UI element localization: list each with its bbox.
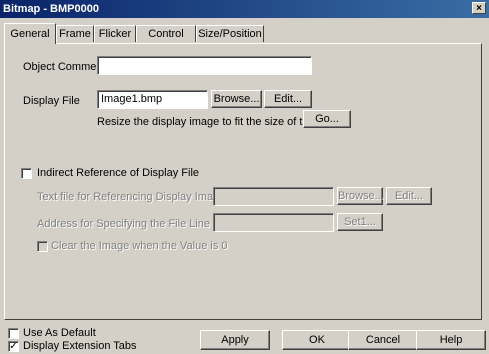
browse-button[interactable]: Browse... xyxy=(211,90,262,108)
help-button[interactable]: Help xyxy=(416,330,486,350)
browse-button-disabled[interactable]: Browse... xyxy=(337,187,384,205)
clear-image-checkbox[interactable] xyxy=(37,241,48,252)
tab-frame[interactable]: Frame xyxy=(56,25,94,42)
use-as-default-checkbox[interactable] xyxy=(8,328,19,339)
edit-button-disabled[interactable]: Edit... xyxy=(386,187,432,205)
title-bar: Bitmap - BMP0000 × xyxy=(0,0,489,18)
object-comment-label: Object Comment xyxy=(23,61,106,73)
edit-button[interactable]: Edit... xyxy=(264,90,312,108)
use-as-default-label: Use As Default xyxy=(23,327,96,339)
go-button[interactable]: Go... xyxy=(303,110,351,128)
tab-control-flag[interactable]: Control Flag xyxy=(136,25,196,56)
indirect-reference-checkbox[interactable] xyxy=(21,168,32,179)
display-file-input[interactable]: Image1.bmp xyxy=(97,90,208,109)
display-extension-tabs-label: Display Extension Tabs xyxy=(23,340,137,352)
close-icon[interactable]: × xyxy=(472,2,486,14)
tab-flicker[interactable]: Flicker xyxy=(94,25,136,42)
window-title: Bitmap - BMP0000 xyxy=(3,3,99,15)
tab-general[interactable]: General xyxy=(4,23,56,44)
cancel-button[interactable]: Cancel xyxy=(348,330,418,350)
indirect-reference-label: Indirect Reference of Display File xyxy=(37,167,200,179)
text-file-input[interactable] xyxy=(213,187,334,206)
object-comment-input[interactable] xyxy=(97,56,312,75)
display-extension-tabs-checkbox[interactable]: ✓ xyxy=(8,341,19,352)
address-label: Address for Specifying the File Line xyxy=(37,218,211,230)
clear-image-label: Clear the Image when the Value is 0 xyxy=(51,240,228,252)
set-button[interactable]: Set1... xyxy=(337,213,383,231)
display-file-label: Display File xyxy=(23,95,80,107)
general-panel: Object Comment Display File Image1.bmp B… xyxy=(4,43,482,320)
address-input[interactable] xyxy=(213,213,334,232)
text-file-label: Text file for Referencing Display Image xyxy=(37,191,226,203)
ok-button[interactable]: OK xyxy=(282,330,352,350)
apply-button[interactable]: Apply xyxy=(200,330,270,350)
tab-size-position[interactable]: Size/Position xyxy=(196,25,264,42)
